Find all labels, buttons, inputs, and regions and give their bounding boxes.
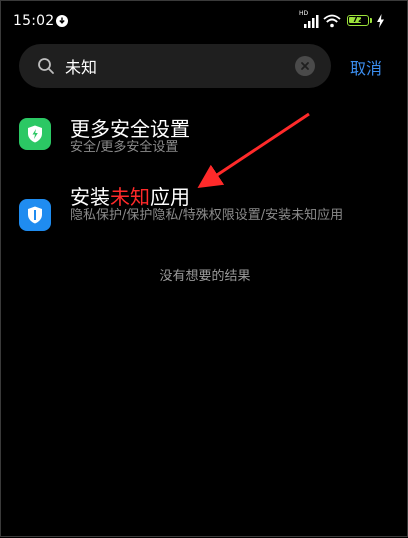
- status-time: 15:02: [13, 13, 55, 29]
- battery-icon: 72: [347, 15, 369, 26]
- result-path: 隐私保护/保护隐私/特殊权限设置/安装未知应用: [70, 208, 344, 223]
- signal-icon: [304, 15, 319, 28]
- result-item-more-security-settings[interactable]: 更多安全设置 安全/更多安全设置: [1, 111, 408, 161]
- privacy-shield-glyph: [28, 206, 42, 224]
- charging-bolt-icon: [377, 14, 384, 28]
- close-icon: [301, 62, 309, 70]
- shield-bolt-icon: [19, 118, 51, 150]
- cancel-button[interactable]: 取消: [350, 55, 382, 79]
- download-icon: [56, 15, 68, 27]
- result-item-install-unknown-apps[interactable]: 安装未知应用 隐私保护/保护隐私/特殊权限设置/安装未知应用: [1, 179, 408, 249]
- search-input[interactable]: [65, 54, 285, 78]
- battery-cap: [370, 18, 372, 23]
- search-icon: [38, 58, 54, 74]
- result-path: 安全/更多安全设置: [70, 140, 179, 155]
- clear-search-button[interactable]: [295, 56, 315, 76]
- battery-level: 72: [352, 15, 364, 24]
- status-bar: 15:02 HD 72: [13, 10, 397, 33]
- no-more-results-text: 没有想要的结果: [159, 269, 251, 284]
- shield-icon-glyph: [28, 125, 42, 143]
- search-box[interactable]: [19, 44, 331, 88]
- wifi-icon: [323, 14, 341, 28]
- privacy-shield-icon: [19, 199, 51, 231]
- phone-screen: 15:02 HD 72 未知 取消 更多安全设置 安全/更多安全设置 安装未知应…: [0, 0, 408, 537]
